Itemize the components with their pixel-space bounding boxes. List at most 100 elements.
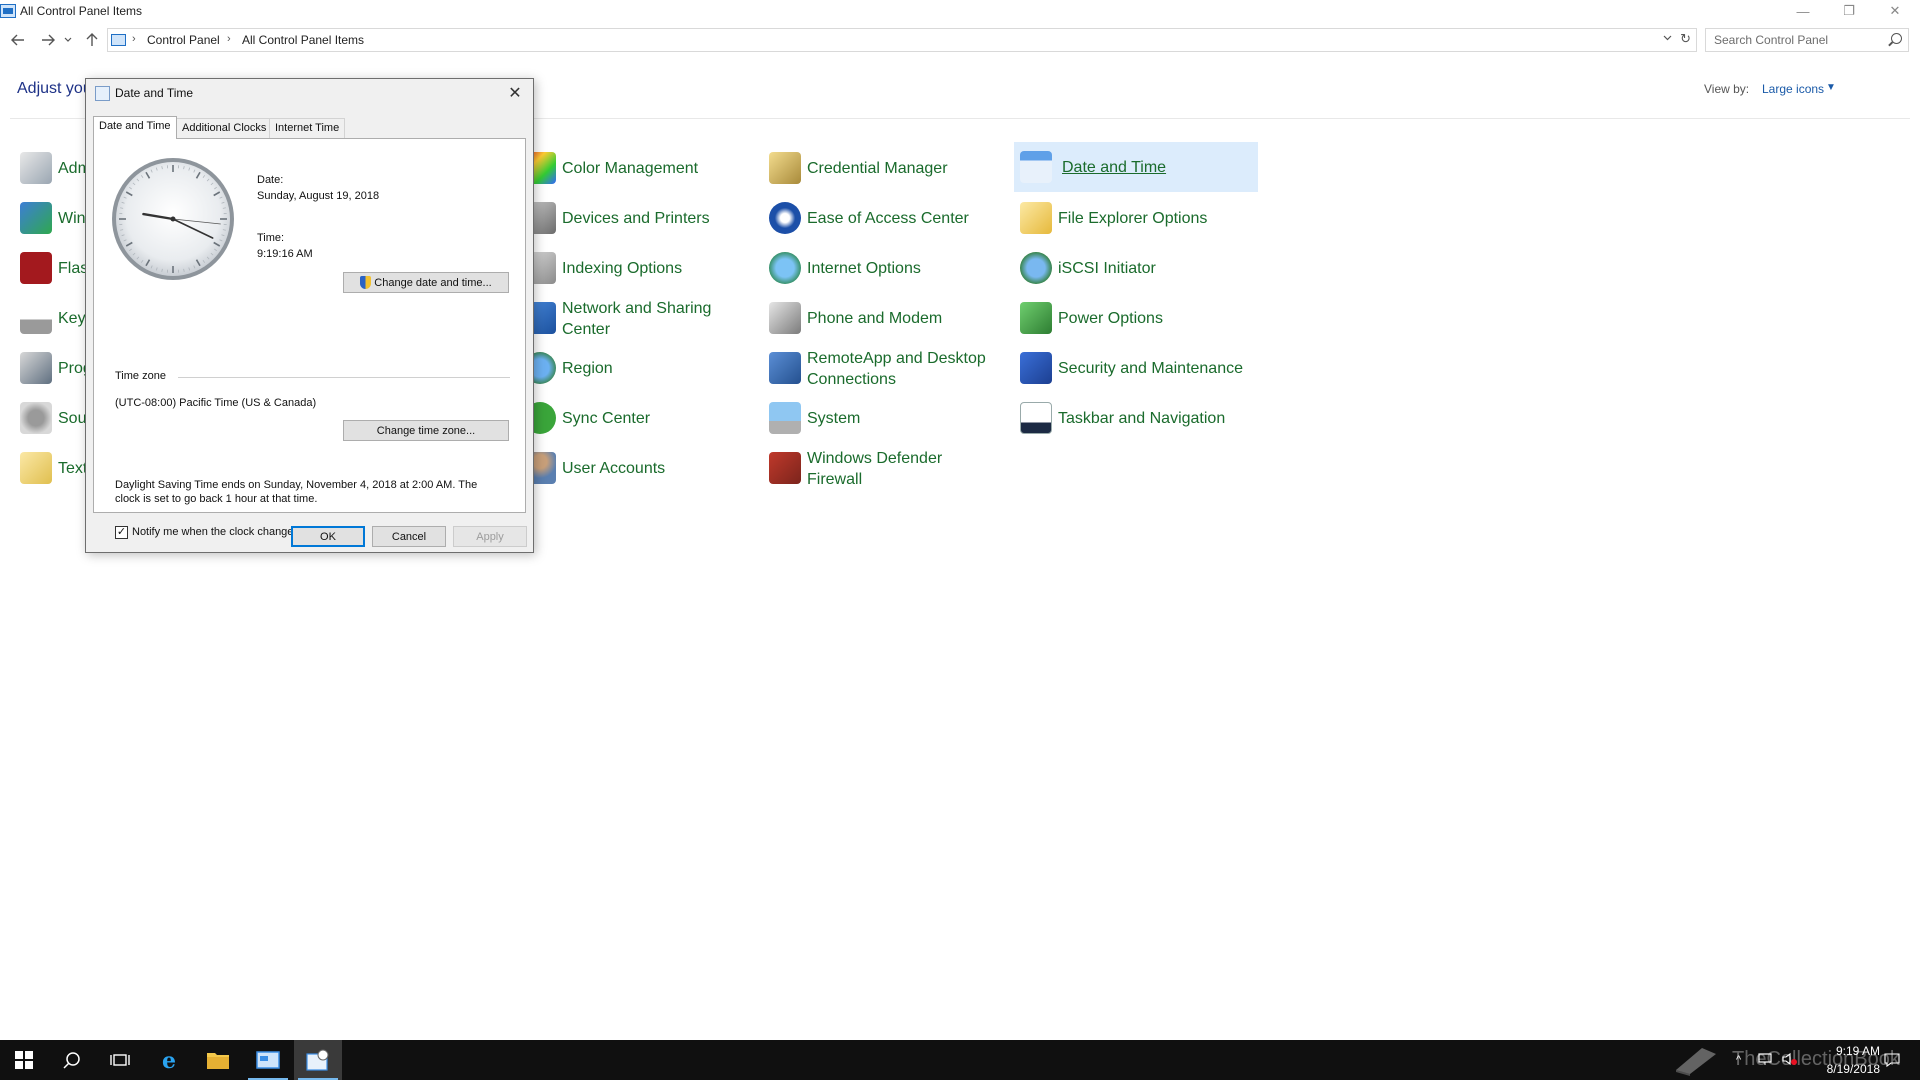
cp-item-label: Ease of Access Center [807,209,969,227]
minimize-button[interactable]: — [1780,0,1826,22]
control-panel-icon [256,1051,280,1069]
notify-checkbox[interactable]: ✓ [115,526,128,539]
start-button[interactable] [0,1040,48,1080]
cp-item-ease-of-access[interactable]: Ease of Access Center [769,196,1009,240]
volume-muted-icon[interactable] [1782,1052,1798,1066]
phone-icon [769,302,801,334]
change-timezone-button[interactable]: Change time zone... [343,420,509,441]
speaker-icon [20,402,52,434]
tray-overflow-chevron-icon[interactable]: ^ [1736,1054,1741,1066]
cp-item-label: Windows Defender Firewall [807,448,957,490]
change-date-time-label: Change date and time... [374,276,492,289]
cp-item-devices-printers[interactable]: Devices and Printers [524,196,764,240]
close-button[interactable]: ✕ [1872,0,1918,22]
date-value: Sunday, August 19, 2018 [257,190,380,202]
cp-item-phone-modem[interactable]: Phone and Modem [769,296,1009,340]
folder-icon [207,1053,229,1069]
tray-clock-date[interactable]: 8/19/2018 [1800,1062,1880,1076]
cp-item-label: Taskbar and Navigation [1058,409,1226,427]
breadcrumb-all-items[interactable]: All Control Panel Items [242,33,364,47]
search-box[interactable] [1705,28,1909,52]
cp-item-color-management[interactable]: Color Management [524,146,764,190]
timezone-divider [178,377,510,378]
tray-clock-time[interactable]: 9:19 AM [1810,1044,1880,1058]
cp-item-iscsi[interactable]: iSCSI Initiator [1020,246,1260,290]
date-time-dialog: Date and Time ✕ Date and Time Additional… [85,78,534,553]
tab-additional-clocks[interactable]: Additional Clocks [176,118,273,138]
cp-item-network[interactable]: Network and Sharing Center [524,296,764,340]
cp-item-internet-options[interactable]: Internet Options [769,246,1009,290]
internet-explorer-icon: e [162,1048,176,1072]
address-dropdown-icon[interactable] [1663,32,1672,44]
cp-item-taskbar-navigation[interactable]: Taskbar and Navigation [1020,396,1260,440]
search-icon [63,1052,80,1069]
ok-button[interactable]: OK [291,526,365,547]
date-time-dialog-icon [95,86,110,101]
cancel-button[interactable]: Cancel [372,526,446,547]
refresh-icon[interactable]: ↻ [1680,31,1691,47]
cp-item-label: Power Options [1058,309,1163,327]
address-box[interactable]: › Control Panel › All Control Panel Item… [107,28,1697,52]
cp-item-label: Credential Manager [807,159,948,177]
cp-item-label: Indexing Options [562,259,683,277]
cp-item-credential-manager[interactable]: Credential Manager [769,146,1009,190]
breadcrumb-control-panel[interactable]: Control Panel [147,33,220,47]
dialog-title: Date and Time [115,86,194,100]
tab-date-and-time[interactable]: Date and Time [93,116,177,139]
view-by-dropdown[interactable]: Large icons [1762,82,1824,96]
cp-item-indexing[interactable]: Indexing Options [524,246,764,290]
cp-item-label: Phone and Modem [807,309,943,327]
cp-item-file-explorer-options[interactable]: File Explorer Options [1020,196,1260,240]
search-icon[interactable] [1891,33,1902,44]
dialog-close-button[interactable]: ✕ [503,82,527,104]
apply-button[interactable]: Apply [453,526,527,547]
restore-button[interactable]: ❐ [1826,0,1872,22]
cp-item-label-text: Windows Defender Firewall [807,450,943,488]
time-label: Time: [257,232,285,244]
task-view-icon [110,1054,130,1066]
cp-item-system[interactable]: System [769,396,1009,440]
system-monitor-icon [769,402,801,434]
cp-item-region[interactable]: Region [524,346,764,390]
cp-item-label: Sync Center [562,409,651,427]
cp-item-label: Region [562,359,613,377]
speech-bubble-icon [20,452,52,484]
taskbar-internet-explorer[interactable]: e [146,1040,194,1080]
change-date-time-button[interactable]: Change date and time... [343,272,509,293]
view-by-caret-icon[interactable]: ▼ [1826,82,1836,93]
taskbar-file-explorer[interactable] [194,1040,242,1080]
cp-item-date-time[interactable]: Date and Time [1014,142,1258,192]
taskbar-search-button[interactable] [48,1040,96,1080]
task-view-button[interactable] [96,1040,144,1080]
cp-item-firewall[interactable]: Windows Defender Firewall [769,446,1009,490]
action-center-icon[interactable] [1884,1052,1900,1068]
window-title-bar: All Control Panel Items — ❐ ✕ [0,0,1920,22]
cp-item-user-accounts[interactable]: User Accounts [524,446,764,490]
forward-arrow-icon[interactable] [38,30,58,50]
network-tray-icon[interactable] [1758,1052,1774,1066]
uac-shield-icon [360,276,372,289]
up-arrow-icon[interactable] [82,30,102,50]
tab-internet-time[interactable]: Internet Time [269,118,346,138]
folder-options-icon [1020,202,1052,234]
breadcrumb-separator-icon[interactable]: › [227,33,231,45]
clock-center-pin [170,216,176,222]
power-battery-icon [1020,302,1052,334]
breadcrumb-separator-icon[interactable]: › [132,33,136,45]
taskbar-control-panel[interactable] [244,1040,292,1080]
cp-item-label: User Accounts [562,459,666,477]
notify-checkbox-label[interactable]: Notify me when the clock changes [132,526,299,538]
taskbar-date-time-dialog[interactable] [294,1040,342,1080]
cp-item-sync-center[interactable]: Sync Center [524,396,764,440]
cp-item-power-options[interactable]: Power Options [1020,296,1260,340]
time-value: 9:19:16 AM [257,248,313,260]
search-input[interactable] [1706,29,1886,51]
cp-item-security-maintenance[interactable]: Security and Maintenance [1020,346,1260,390]
back-arrow-icon[interactable] [8,30,28,50]
flash-icon [20,252,52,284]
recent-locations-chevron-icon[interactable] [62,30,74,50]
cp-item-remoteapp[interactable]: RemoteApp and Desktop Connections [769,346,1009,390]
defender-icon [20,202,52,234]
navigation-bar: › Control Panel › All Control Panel Item… [0,28,1920,52]
svg-text:e: e [162,1048,176,1072]
